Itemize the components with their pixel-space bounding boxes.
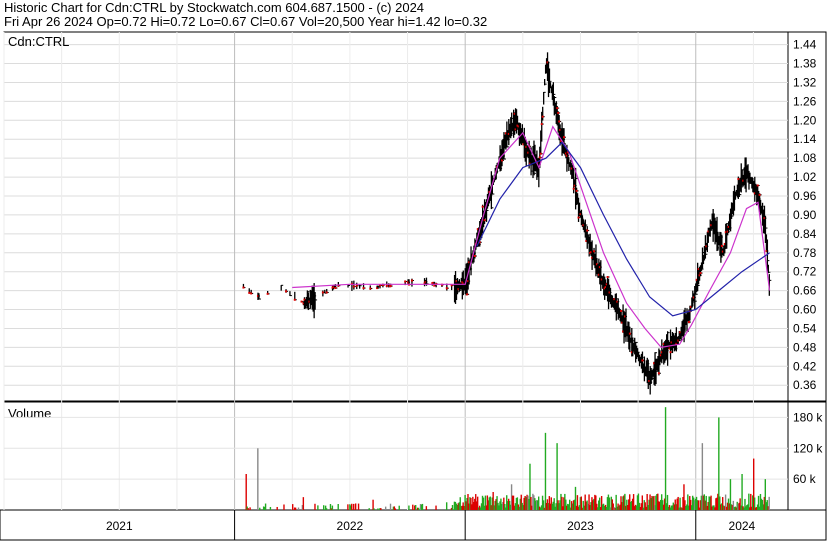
price-change-marker: [352, 285, 355, 288]
price-change-marker: [687, 321, 690, 324]
price-change-marker: [293, 298, 296, 301]
price-change-marker: [699, 272, 702, 275]
price-change-marker: [300, 300, 303, 303]
price-change-marker: [385, 284, 388, 287]
price-tick-label: 0.48: [793, 340, 817, 354]
price-tick-label: 1.32: [793, 75, 817, 89]
price-change-marker: [563, 136, 566, 139]
volume-tick-label: 180 k: [793, 410, 823, 424]
price-change-marker: [325, 291, 328, 294]
price-change-marker: [483, 219, 486, 222]
price-tick-label: 0.66: [793, 284, 817, 298]
price-change-marker: [539, 152, 542, 155]
price-change-marker: [669, 351, 672, 354]
price-panel-title: Cdn:CTRL: [8, 34, 69, 49]
price-change-marker: [334, 287, 337, 290]
price-tick-label: 0.72: [793, 265, 817, 279]
price-change-marker: [756, 184, 759, 187]
price-tick-label: 0.54: [793, 321, 817, 335]
price-change-marker: [355, 284, 358, 287]
price-change-marker: [586, 229, 589, 232]
price-change-marker: [575, 189, 578, 192]
year-label: 2021: [106, 519, 133, 533]
price-tick-label: 1.02: [793, 170, 817, 184]
price-change-marker: [593, 250, 596, 253]
price-panel-frame: [3, 31, 827, 402]
price-change-marker: [248, 291, 251, 294]
price-tick-label: 1.08: [793, 151, 817, 165]
volume-panel-title: Volume: [8, 406, 51, 421]
volume-tick-label: 120 k: [793, 441, 823, 455]
price-change-marker: [572, 187, 575, 190]
price-change-marker: [577, 216, 580, 219]
price-tick-label: 0.42: [793, 359, 817, 373]
price-change-marker: [628, 332, 631, 335]
year-label: 2024: [729, 519, 756, 533]
price-tick-label: 0.96: [793, 189, 817, 203]
price-change-marker: [404, 280, 407, 283]
price-change-marker: [720, 244, 723, 247]
price-tick-label: 0.84: [793, 227, 817, 241]
price-tick-label: 1.20: [793, 113, 817, 127]
year-label: 2023: [567, 519, 594, 533]
price-change-marker: [538, 156, 541, 159]
volume-tick-label: 60 k: [793, 472, 817, 486]
price-change-marker: [410, 279, 413, 282]
price-change-marker: [242, 286, 245, 289]
price-change-marker: [362, 287, 365, 290]
price-change-marker: [445, 287, 448, 290]
price-change-marker: [606, 275, 609, 278]
price-tick-label: 1.44: [793, 38, 817, 52]
price-change-marker: [558, 120, 561, 123]
price-change-marker: [369, 287, 372, 290]
price-tick-label: 0.36: [793, 378, 817, 392]
price-change-marker: [473, 255, 476, 258]
price-change-marker: [557, 111, 560, 114]
price-change-marker: [556, 107, 559, 110]
price-tick-label: 1.14: [793, 132, 817, 146]
year-label: 2022: [337, 519, 364, 533]
price-tick-label: 1.38: [793, 57, 817, 71]
price-change-marker: [657, 372, 660, 375]
stock-chart-widget: Historic Chart for Cdn:CTRL by Stockwatc…: [0, 0, 830, 543]
price-change-marker: [466, 293, 469, 296]
price-change-marker: [481, 205, 484, 208]
price-change-marker: [321, 291, 324, 294]
price-tick-label: 0.78: [793, 246, 817, 260]
price-change-marker: [758, 193, 761, 196]
price-tick-label: 0.90: [793, 208, 817, 222]
price-change-marker: [250, 292, 253, 295]
price-change-marker: [285, 290, 288, 293]
price-change-marker: [620, 309, 623, 312]
price-change-marker: [540, 123, 543, 126]
chart-svg: 1.44 1.38 1.32 1.26 1.20 1.14 1.08 1.02 0.96 0.90…: [0, 31, 827, 541]
price-tick-label: 0.60: [793, 303, 817, 317]
price-change-marker: [641, 359, 644, 362]
price-change-marker: [541, 115, 544, 118]
price-change-marker: [389, 285, 392, 288]
price-tick-label: 1.26: [793, 94, 817, 108]
price-change-marker: [266, 292, 269, 295]
price-change-marker: [433, 284, 436, 287]
